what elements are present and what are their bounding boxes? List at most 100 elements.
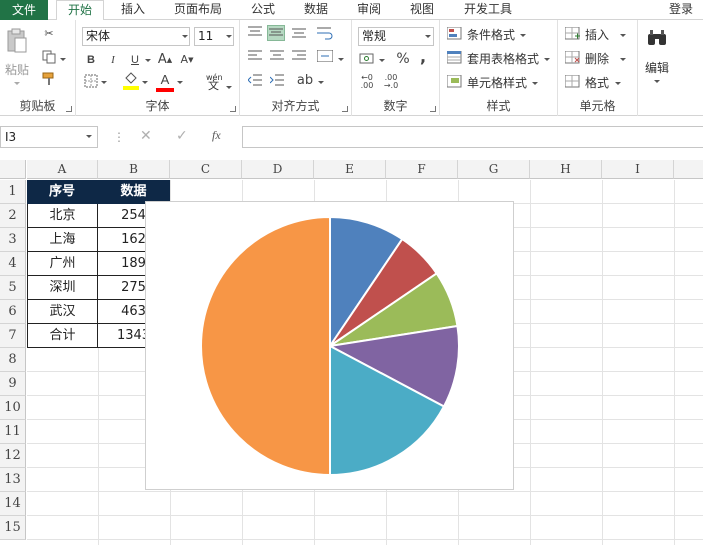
cell-a2[interactable]: 北京 bbox=[27, 204, 98, 228]
alignment-launcher-icon[interactable] bbox=[342, 106, 348, 112]
format-as-table-icon[interactable] bbox=[446, 50, 464, 67]
format-painter-icon[interactable] bbox=[40, 72, 58, 88]
name-box[interactable]: I3 bbox=[0, 126, 98, 148]
tab-insert[interactable]: 插入 bbox=[113, 0, 153, 21]
format-cells-button[interactable]: 格式 bbox=[585, 75, 609, 91]
select-all-corner[interactable] bbox=[0, 160, 26, 179]
merge-center-icon[interactable] bbox=[316, 49, 334, 66]
tab-page-layout[interactable]: 页面布局 bbox=[168, 0, 228, 21]
wrap-text-icon[interactable] bbox=[316, 26, 334, 42]
phonetic-caret[interactable] bbox=[226, 86, 232, 89]
underline-button[interactable]: U bbox=[126, 52, 144, 68]
cancel-formula-icon[interactable]: ✕ bbox=[140, 128, 152, 144]
row-header-8[interactable]: 8 bbox=[0, 348, 26, 372]
pie-chart-object[interactable] bbox=[145, 201, 514, 490]
column-header-h[interactable]: H bbox=[530, 160, 602, 179]
row-header-12[interactable]: 12 bbox=[0, 444, 26, 468]
italic-button[interactable]: I bbox=[104, 52, 122, 68]
underline-caret[interactable] bbox=[145, 59, 151, 62]
tab-view[interactable]: 视图 bbox=[402, 0, 442, 21]
formula-input[interactable] bbox=[242, 126, 703, 148]
editing-caret[interactable] bbox=[654, 80, 660, 83]
row-header-3[interactable]: 3 bbox=[0, 228, 26, 252]
number-format-select[interactable]: 常规 bbox=[358, 27, 434, 46]
insert-function-icon[interactable]: fx bbox=[212, 128, 221, 143]
row-header-9[interactable]: 9 bbox=[0, 372, 26, 396]
orientation-icon[interactable]: ab bbox=[296, 73, 314, 89]
paste-button[interactable]: 粘贴 bbox=[5, 62, 29, 78]
phonetic-guide-icon[interactable]: 文 bbox=[208, 78, 219, 94]
row-header-10[interactable]: 10 bbox=[0, 396, 26, 420]
tab-data[interactable]: 数据 bbox=[296, 0, 336, 21]
cell-a1[interactable]: 序号 bbox=[27, 180, 98, 204]
conditional-format-button[interactable]: 条件格式 bbox=[467, 27, 515, 43]
font-name-caret[interactable] bbox=[182, 35, 188, 38]
increase-indent-icon[interactable] bbox=[268, 74, 286, 90]
column-header-e[interactable]: E bbox=[314, 160, 386, 179]
copy-dropdown-caret[interactable] bbox=[60, 58, 66, 61]
increase-decimal-icon[interactable]: ←0.00 bbox=[358, 74, 376, 90]
borders-caret[interactable] bbox=[101, 81, 107, 84]
row-header-5[interactable]: 5 bbox=[0, 276, 26, 300]
align-center-icon[interactable] bbox=[268, 50, 286, 66]
column-header-i[interactable]: I bbox=[602, 160, 674, 179]
conditional-format-icon[interactable] bbox=[446, 26, 464, 43]
row-header-11[interactable]: 11 bbox=[0, 420, 26, 444]
tab-home[interactable]: 开始 bbox=[56, 0, 104, 21]
tab-file[interactable]: 文件 bbox=[0, 0, 48, 20]
cell-styles-icon[interactable] bbox=[446, 74, 464, 91]
align-right-icon[interactable] bbox=[290, 50, 308, 66]
font-name-select[interactable]: 宋体 bbox=[82, 27, 190, 46]
column-header-j[interactable] bbox=[674, 160, 703, 179]
delete-cells-caret[interactable] bbox=[620, 58, 626, 61]
cell-a4[interactable]: 广州 bbox=[27, 252, 98, 276]
delete-cells-button[interactable]: 删除 bbox=[585, 51, 609, 67]
fill-color-caret[interactable] bbox=[142, 81, 148, 84]
cell-styles-button[interactable]: 单元格样式 bbox=[467, 75, 527, 91]
paste-dropdown-caret[interactable] bbox=[14, 82, 20, 85]
row-header-4[interactable]: 4 bbox=[0, 252, 26, 276]
fill-color-icon[interactable] bbox=[122, 72, 140, 90]
align-top-icon[interactable] bbox=[246, 26, 264, 42]
cell-a3[interactable]: 上海 bbox=[27, 228, 98, 252]
clipboard-launcher-icon[interactable] bbox=[66, 106, 72, 112]
name-box-caret[interactable] bbox=[86, 135, 92, 138]
enter-formula-icon[interactable]: ✓ bbox=[176, 128, 188, 144]
borders-icon[interactable] bbox=[82, 74, 100, 90]
accounting-format-caret[interactable] bbox=[379, 59, 385, 62]
find-binoculars-icon[interactable] bbox=[646, 28, 668, 48]
bold-button[interactable]: B bbox=[82, 52, 100, 68]
delete-cells-icon[interactable] bbox=[564, 50, 582, 67]
align-middle-icon[interactable] bbox=[267, 25, 285, 41]
percent-style-button[interactable]: % bbox=[394, 51, 412, 67]
conditional-format-caret[interactable] bbox=[520, 34, 526, 37]
decrease-decimal-icon[interactable]: .00 →.0 bbox=[382, 74, 400, 90]
pie-slice-6[interactable] bbox=[200, 215, 331, 477]
row-header-13[interactable]: 13 bbox=[0, 468, 26, 492]
cut-icon[interactable]: ✂ bbox=[40, 26, 58, 42]
number-format-caret[interactable] bbox=[425, 35, 431, 38]
cell-styles-caret[interactable] bbox=[532, 82, 538, 85]
row-header-6[interactable]: 6 bbox=[0, 300, 26, 324]
decrease-indent-icon[interactable] bbox=[246, 74, 264, 90]
font-launcher-icon[interactable] bbox=[230, 106, 236, 112]
insert-cells-icon[interactable] bbox=[564, 26, 582, 43]
increase-font-icon[interactable]: A▲ bbox=[156, 52, 174, 68]
tab-review[interactable]: 审阅 bbox=[349, 0, 389, 21]
insert-cells-button[interactable]: 插入 bbox=[585, 27, 609, 43]
orientation-caret[interactable] bbox=[318, 81, 324, 84]
font-color-icon[interactable]: A bbox=[156, 72, 174, 88]
accounting-format-icon[interactable] bbox=[358, 52, 376, 68]
column-header-a[interactable]: A bbox=[27, 160, 98, 179]
align-left-icon[interactable] bbox=[246, 50, 264, 66]
column-header-c[interactable]: C bbox=[170, 160, 242, 179]
number-launcher-icon[interactable] bbox=[430, 106, 436, 112]
cell-a5[interactable]: 深圳 bbox=[27, 276, 98, 300]
format-as-table-button[interactable]: 套用表格格式 bbox=[467, 51, 539, 67]
insert-cells-caret[interactable] bbox=[620, 34, 626, 37]
format-cells-icon[interactable] bbox=[564, 74, 582, 91]
editing-button[interactable]: 编辑 bbox=[645, 60, 669, 76]
tab-developer[interactable]: 开发工具 bbox=[456, 0, 520, 21]
paste-icon[interactable] bbox=[6, 28, 28, 54]
column-header-d[interactable]: D bbox=[242, 160, 314, 179]
